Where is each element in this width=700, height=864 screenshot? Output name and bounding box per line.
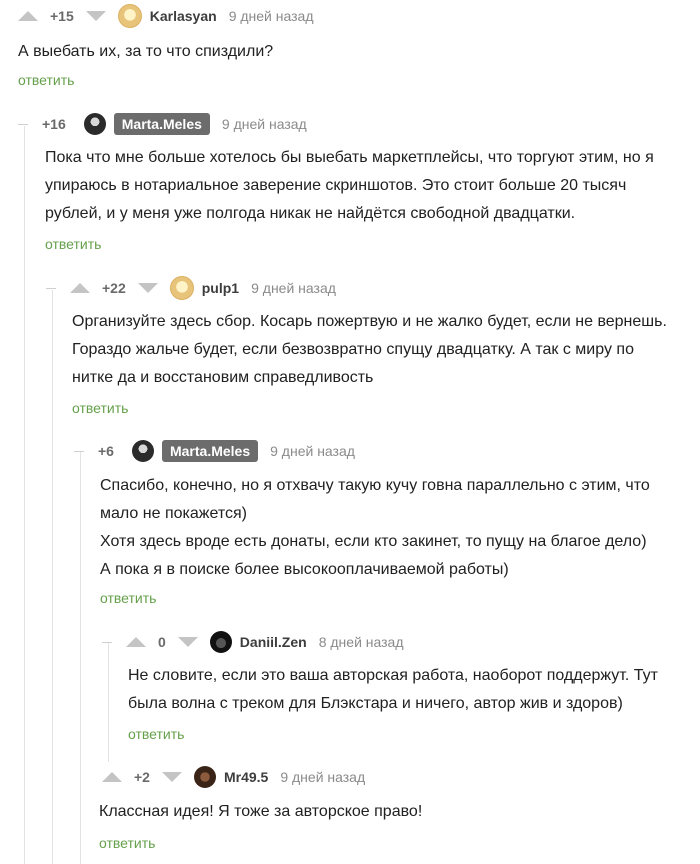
comment-line: А выебать их, за то что спиздили? [18, 43, 274, 60]
comment-line: Хотя здесь вроде есть донаты, если кто з… [100, 533, 647, 550]
upvote-arrow-icon[interactable] [70, 283, 90, 293]
comment-line: А пока я в поиске более высокооплачиваем… [100, 561, 509, 578]
comment-header: +16 Marta.Meles 9 дней назад [18, 112, 307, 136]
comment-header: +2 Mr49.5 9 дней назад [102, 765, 365, 789]
comment: +15 Karlasyan 9 дней назад А выебать их,… [18, 4, 700, 94]
comment-header: 0 Daniil.Zen 8 дней назад [102, 630, 404, 654]
comment-rating: +22 [102, 280, 126, 296]
comment-line: Не словите, если это ваша авторская рабо… [128, 667, 658, 684]
comment-rating: +15 [50, 8, 74, 24]
reply-link[interactable]: ответить [18, 72, 74, 88]
comment-line: Пока что мне больше хотелось бы выебать … [45, 149, 654, 166]
avatar[interactable] [209, 631, 232, 653]
collapse-thread-icon[interactable] [46, 287, 56, 289]
comment-line: нитке да и восстановим справедливость [72, 369, 374, 386]
comment-body: Организуйте здесь сбор. Косарь пожертвую… [72, 308, 667, 392]
comment-time[interactable]: 9 дней назад [280, 769, 365, 785]
comment-time[interactable]: 9 дней назад [270, 443, 355, 459]
comment-time[interactable]: 9 дней назад [229, 8, 314, 24]
author-name[interactable]: Mr49.5 [224, 769, 268, 785]
comment: +2 Mr49.5 9 дней назад Классная идея! Я … [99, 765, 700, 864]
downvote-arrow-icon[interactable] [85, 11, 106, 21]
comment: +22 pulp1 9 дней назад Организуйте здесь… [46, 276, 700, 426]
comment-header: +6 Marta.Meles 9 дней назад [74, 439, 355, 463]
avatar[interactable] [117, 4, 142, 28]
comment-line: Классная идея! Я тоже за авторское право… [99, 803, 423, 820]
avatar[interactable] [169, 276, 194, 300]
comment: +16 Marta.Meles 9 дней назад Пока что мн… [18, 112, 700, 262]
comment-body: Спасибо, конечно, но я отхвачу такую куч… [100, 472, 650, 584]
comment-body: Пока что мне больше хотелось бы выебать … [45, 144, 654, 228]
comment-time[interactable]: 9 дней назад [222, 116, 307, 132]
author-name[interactable]: Marta.Meles [161, 440, 259, 462]
downvote-arrow-icon[interactable] [161, 772, 182, 782]
reply-link[interactable]: ответить [128, 726, 184, 742]
upvote-arrow-icon[interactable] [102, 772, 122, 782]
comment-body: Классная идея! Я тоже за авторское право… [99, 798, 422, 826]
reply-link[interactable]: ответить [99, 835, 155, 851]
comment-line: Организуйте здесь сбор. Косарь пожертвую… [72, 313, 667, 330]
reply-link[interactable]: ответить [100, 590, 156, 606]
collapse-thread-icon[interactable] [18, 123, 28, 125]
comment-time[interactable]: 8 дней назад [319, 634, 404, 650]
avatar[interactable] [131, 440, 154, 462]
comment: 0 Daniil.Zen 8 дней назад Не словите, ес… [102, 630, 700, 750]
comment-line: рублей, и у меня уже полгода никак не на… [45, 205, 576, 222]
comment-line: была волна с треком для Блэкстара и ниче… [128, 695, 623, 712]
collapse-thread-icon[interactable] [102, 641, 112, 643]
comment-line: Спасибо, конечно, но я отхвачу такую куч… [100, 477, 650, 494]
comment: +6 Marta.Meles 9 дней назад Спасибо, кон… [74, 439, 700, 619]
comment-line: мало не покажется) [100, 505, 247, 522]
upvote-arrow-icon[interactable] [18, 11, 38, 21]
downvote-arrow-icon[interactable] [137, 283, 158, 293]
author-name[interactable]: Marta.Meles [113, 113, 210, 135]
collapse-thread-icon[interactable] [74, 450, 84, 452]
comment-rating: +6 [98, 443, 114, 459]
reply-link[interactable]: ответить [72, 400, 128, 416]
reply-link[interactable]: ответить [45, 236, 101, 252]
comment-line: Гораздо жальче будет, если безвозвратно … [72, 341, 634, 358]
avatar[interactable] [83, 113, 106, 135]
comment-body: Не словите, если это ваша авторская рабо… [128, 662, 658, 718]
author-name[interactable]: Daniil.Zen [240, 634, 307, 650]
comment-rating: 0 [158, 634, 166, 650]
comment-line: упираюсь в нотариальное заверение скринш… [45, 177, 627, 194]
avatar[interactable] [193, 766, 216, 788]
comment-body: А выебать их, за то что спиздили? [18, 38, 273, 66]
downvote-arrow-icon[interactable] [177, 637, 198, 647]
upvote-arrow-icon[interactable] [126, 637, 146, 647]
comment-rating: +16 [42, 116, 66, 132]
author-name[interactable]: Karlasyan [150, 8, 217, 24]
comment-rating: +2 [134, 769, 150, 785]
comment-header: +22 pulp1 9 дней назад [46, 276, 336, 300]
comment-header: +15 Karlasyan 9 дней назад [18, 4, 314, 28]
comment-time[interactable]: 9 дней назад [251, 280, 336, 296]
author-name[interactable]: pulp1 [202, 280, 239, 296]
